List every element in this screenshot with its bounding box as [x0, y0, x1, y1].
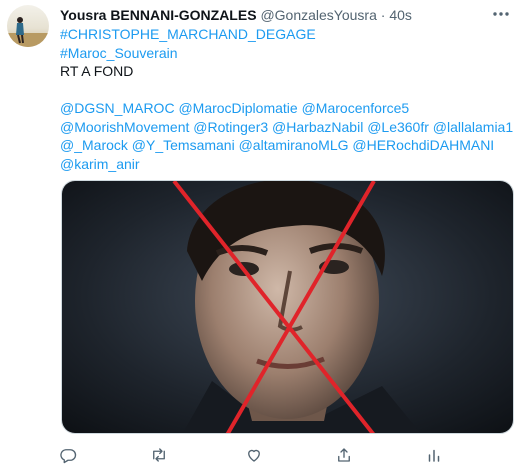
tweet-media-image[interactable]: [61, 180, 514, 434]
avatar-image: [7, 5, 49, 47]
mention-line[interactable]: @_Marock @Y_Temsamani @altamiranoMLG @HE…: [60, 136, 515, 155]
reply-icon[interactable]: [59, 446, 79, 466]
tweet-actions: [0, 442, 525, 470]
separator-dot: ·: [380, 7, 386, 23]
tweet-text: #CHRISTOPHE_MARCHAND_DEGAGE #Maroc_Souve…: [60, 25, 515, 173]
tweet-time[interactable]: 40s: [389, 7, 412, 23]
mention-line[interactable]: @MoorishMovement @Rotinger3 @HarbazNabil…: [60, 118, 515, 137]
more-options-icon[interactable]: [490, 6, 512, 22]
share-icon[interactable]: [335, 446, 355, 466]
analytics-icon[interactable]: [425, 446, 445, 466]
portrait-photo-with-red-x: [62, 181, 513, 433]
like-icon[interactable]: [245, 446, 265, 466]
tweet[interactable]: Yousra BENNANI-GONZALES @GonzalesYousra …: [0, 0, 525, 475]
retweet-icon[interactable]: [150, 446, 170, 466]
mention-line[interactable]: @DGSN_MAROC @MarocDiplomatie @Marocenfor…: [60, 99, 515, 118]
avatar[interactable]: [7, 5, 49, 47]
author-name[interactable]: Yousra BENNANI-GONZALES: [60, 7, 257, 23]
author-handle[interactable]: @GonzalesYousra: [260, 7, 376, 23]
hashtag-link[interactable]: #Maroc_Souverain: [60, 44, 515, 63]
mention-line[interactable]: @karim_anir: [60, 155, 515, 174]
tweet-body-text: RT A FOND: [60, 63, 134, 79]
tweet-header: Yousra BENNANI-GONZALES @GonzalesYousra …: [60, 6, 412, 24]
hashtag-link[interactable]: #CHRISTOPHE_MARCHAND_DEGAGE: [60, 25, 515, 44]
